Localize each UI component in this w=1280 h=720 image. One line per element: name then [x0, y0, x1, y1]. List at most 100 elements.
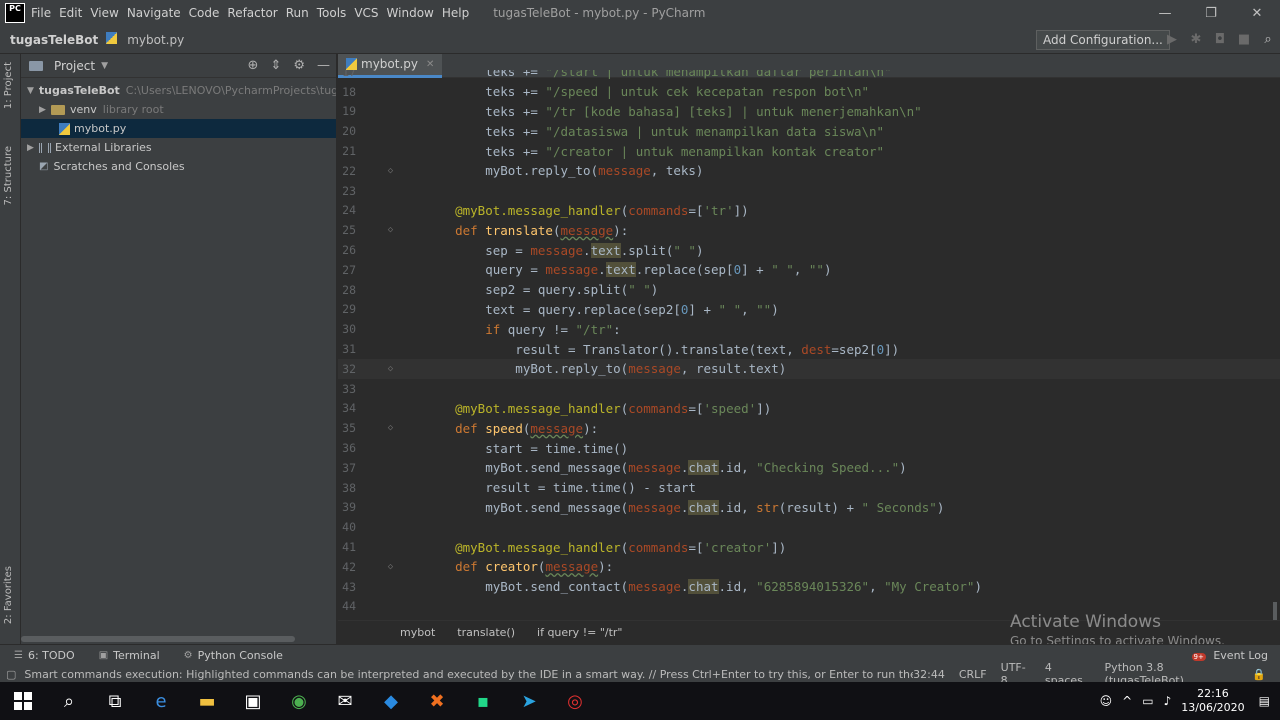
line-separator[interactable]: CRLF	[959, 668, 987, 681]
code-line[interactable]: 40	[338, 517, 1280, 537]
editor-breadcrumb-item[interactable]: translate()	[457, 626, 515, 639]
code-line[interactable]: 19 teks += "/tr [kode bahasa] [teks] | u…	[338, 102, 1280, 122]
fold-gutter[interactable]: ◇	[356, 225, 425, 235]
code-line[interactable]: 39 myBot.send_message(message.chat.id, s…	[338, 498, 1280, 518]
chevron-right-icon[interactable]: ▶	[27, 143, 39, 153]
code-line[interactable]: 33	[338, 379, 1280, 399]
code-line[interactable]: 18 teks += "/speed | untuk cek kecepatan…	[338, 82, 1280, 102]
project-panel-title[interactable]: Project	[54, 59, 95, 73]
telegram-icon[interactable]: ➤	[506, 682, 552, 720]
debug-icon[interactable]: ✱	[1184, 32, 1208, 47]
maximize-icon[interactable]: ❐	[1188, 6, 1234, 21]
battery-icon[interactable]: ▭	[1142, 694, 1153, 708]
code-line[interactable]: 24 @myBot.message_handler(commands=['tr'…	[338, 201, 1280, 221]
chevron-down-icon[interactable]: ▼	[101, 61, 108, 71]
menu-item-code[interactable]: Code	[189, 6, 220, 20]
fold-gutter[interactable]: ◇	[356, 364, 425, 374]
code-line[interactable]: 28 sep2 = query.split(" ")	[338, 280, 1280, 300]
tree-item-venv[interactable]: ▶ venv library root	[21, 100, 336, 119]
search-icon[interactable]: ⌕	[46, 682, 92, 720]
code-line[interactable]: 32 ◇ myBot.reply_to(message, result.text)	[338, 359, 1280, 379]
recorder-icon[interactable]: ◎	[552, 682, 598, 720]
close-icon[interactable]: ✕	[426, 59, 434, 70]
code-line[interactable]: 34 @myBot.message_handler(commands=['spe…	[338, 399, 1280, 419]
menu-item-refactor[interactable]: Refactor	[227, 6, 277, 20]
close-icon[interactable]: ✕	[1234, 6, 1280, 21]
xampp-icon[interactable]: ✖	[414, 682, 460, 720]
code-line[interactable]: 31 result = Translator().translate(text,…	[338, 339, 1280, 359]
gear-icon[interactable]: ⚙	[293, 58, 305, 73]
search-icon[interactable]: ⌕	[1256, 32, 1280, 47]
tree-item-mybot[interactable]: mybot.py	[21, 119, 336, 138]
menu-item-window[interactable]: Window	[387, 6, 434, 20]
caret-position[interactable]: 32:44	[913, 668, 945, 681]
code-line[interactable]: 43 myBot.send_contact(message.chat.id, "…	[338, 577, 1280, 597]
editor-breadcrumb-item[interactable]: mybot	[400, 626, 435, 639]
file-explorer-icon[interactable]: ▬	[184, 682, 230, 720]
chrome-icon[interactable]: ◉	[276, 682, 322, 720]
people-icon[interactable]: ☺	[1100, 694, 1113, 708]
vscode-icon[interactable]: ◆	[368, 682, 414, 720]
pycharm-icon[interactable]: ▪	[460, 682, 506, 720]
code-line[interactable]: 26 sep = message.text.split(" ")	[338, 240, 1280, 260]
chevron-up-icon[interactable]: ^	[1122, 694, 1132, 708]
edge-icon[interactable]: e	[138, 682, 184, 720]
stop-icon[interactable]: ■	[1232, 32, 1256, 47]
clock[interactable]: 22:16 13/06/2020	[1181, 687, 1244, 715]
code-line[interactable]: 25 ◇ def translate(message):	[338, 220, 1280, 240]
code-line[interactable]: 27 query = message.text.replace(sep[0] +…	[338, 260, 1280, 280]
code-line[interactable]: 37 myBot.send_message(message.chat.id, "…	[338, 458, 1280, 478]
fold-gutter[interactable]: ◇	[356, 562, 425, 572]
tab-project[interactable]: 1: Project	[3, 62, 14, 109]
code-line[interactable]: 20 teks += "/datasiswa | untuk menampilk…	[338, 121, 1280, 141]
minimize-icon[interactable]: —	[1142, 6, 1188, 21]
menu-item-edit[interactable]: Edit	[59, 6, 82, 20]
code-line[interactable]: 21 teks += "/creator | untuk menampilkan…	[338, 141, 1280, 161]
code-area[interactable]: 17 teks += "/start | untuk menampilkan d…	[338, 70, 1280, 620]
tree-item-scratches[interactable]: ◩ Scratches and Consoles	[21, 157, 336, 176]
code-line[interactable]: 23	[338, 181, 1280, 201]
menu-item-navigate[interactable]: Navigate	[127, 6, 181, 20]
code-line[interactable]: 41 @myBot.message_handler(commands=['cre…	[338, 537, 1280, 557]
chevron-down-icon[interactable]: ▼	[27, 86, 34, 96]
tab-favorites[interactable]: 2: Favorites	[3, 566, 14, 624]
fold-gutter[interactable]: ◇	[356, 423, 425, 433]
start-button[interactable]	[0, 682, 46, 720]
menu-item-help[interactable]: Help	[442, 6, 469, 20]
tool-button-python-console[interactable]: ⚙ Python Console	[184, 649, 283, 662]
status-toggle-icon[interactable]: ▢	[6, 668, 16, 681]
code-line[interactable]: 22 ◇ myBot.reply_to(message, teks)	[338, 161, 1280, 181]
code-line[interactable]: 29 text = query.replace(sep2[0] + " ", "…	[338, 300, 1280, 320]
hide-icon[interactable]: —	[317, 58, 330, 73]
notification-icon[interactable]: ▤	[1259, 694, 1270, 708]
breadcrumb-file[interactable]: mybot.py	[127, 33, 184, 47]
menu-item-vcs[interactable]: VCS	[354, 6, 378, 20]
tree-item-root[interactable]: ▼ tugasTeleBot C:\Users\LENOVO\PycharmPr…	[21, 81, 336, 100]
store-icon[interactable]: ▣	[230, 682, 276, 720]
coverage-icon[interactable]: ◘	[1208, 32, 1232, 47]
menu-item-view[interactable]: View	[90, 6, 118, 20]
tool-button-terminal[interactable]: ▣ Terminal	[99, 649, 160, 662]
volume-icon[interactable]: ♪	[1164, 694, 1172, 708]
collapse-all-icon[interactable]: ⇕	[270, 58, 281, 73]
code-line[interactable]: 17 teks += "/start | untuk menampilkan d…	[338, 70, 1280, 82]
code-line[interactable]: 38 result = time.time() - start	[338, 478, 1280, 498]
status-message[interactable]: Smart commands execution: Highlighted co…	[24, 668, 913, 681]
menu-item-run[interactable]: Run	[286, 6, 309, 20]
code-line[interactable]: 35 ◇ def speed(message):	[338, 418, 1280, 438]
tab-structure[interactable]: 7: Structure	[3, 146, 14, 205]
editor-breadcrumb-item[interactable]: if query != "/tr"	[537, 626, 622, 639]
code-line[interactable]: 36 start = time.time()	[338, 438, 1280, 458]
fold-gutter[interactable]: ◇	[356, 166, 425, 176]
lock-icon[interactable]: 🔒	[1252, 668, 1266, 681]
mail-icon[interactable]: ✉	[322, 682, 368, 720]
tool-button-6-todo[interactable]: ☰ 6: TODO	[14, 649, 75, 662]
menu-item-tools[interactable]: Tools	[317, 6, 347, 20]
breadcrumb-project[interactable]: tugasTeleBot	[10, 33, 98, 47]
run-icon[interactable]: ▶	[1160, 32, 1184, 47]
code-line[interactable]: 42 ◇ def creator(message):	[338, 557, 1280, 577]
tree-item-external-libraries[interactable]: ▶ External Libraries	[21, 138, 336, 157]
horizontal-scrollbar[interactable]	[21, 636, 295, 642]
menu-item-file[interactable]: File	[31, 6, 51, 20]
chevron-right-icon[interactable]: ▶	[39, 105, 51, 115]
